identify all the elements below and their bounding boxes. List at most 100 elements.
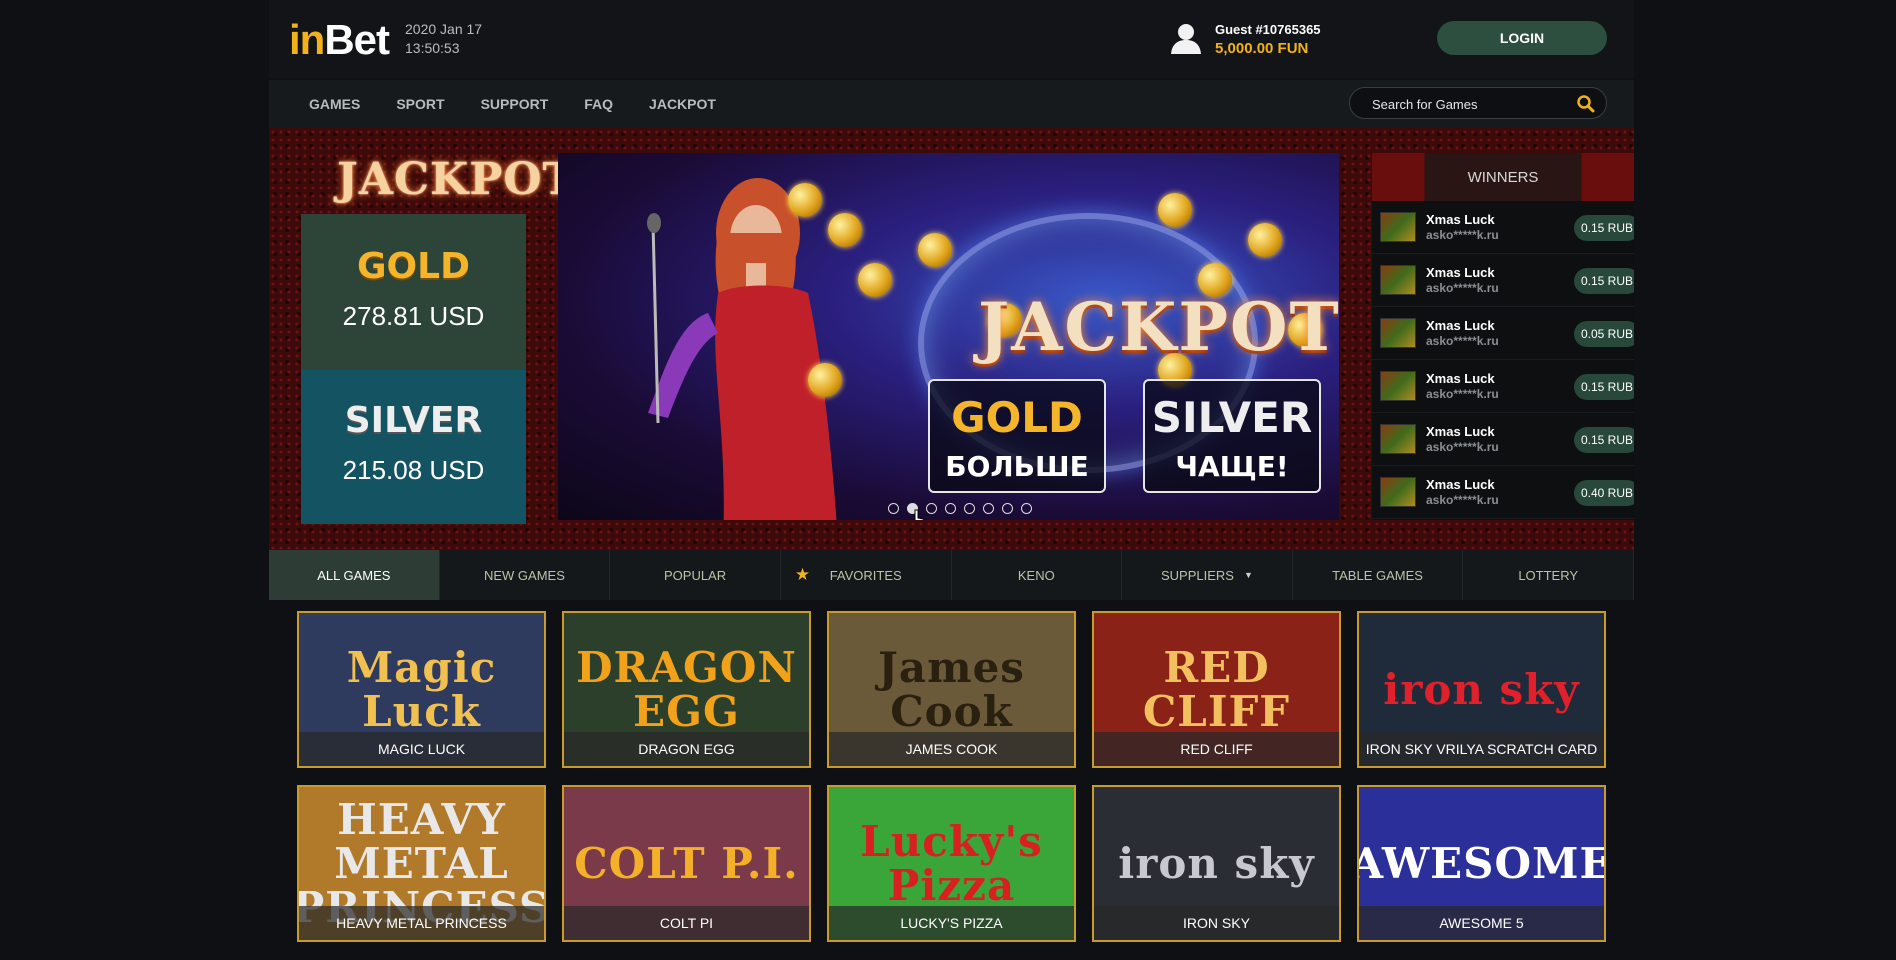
winner-game-thumbnail: [1380, 212, 1416, 242]
tab-label: FAVORITES: [829, 567, 902, 583]
game-tile[interactable]: COLT P.I. COLT PI: [562, 785, 811, 942]
coin-decoration: [808, 363, 842, 397]
winner-row[interactable]: Xmas Luck asko*****k.ru 0.15 RUB: [1372, 413, 1634, 466]
tab-all-games[interactable]: ALL GAMES: [269, 550, 440, 600]
banner-silver-sub: ЧАЩЕ!: [1175, 450, 1289, 483]
tab-suppliers[interactable]: SUPPLIERS ▼: [1122, 550, 1293, 600]
game-tile[interactable]: RED CLIFF RED CLIFF: [1092, 611, 1341, 768]
winner-row[interactable]: Xmas Luck asko*****k.ru 0.15 RUB: [1372, 254, 1634, 307]
jackpot-gold-value: 278.81 USD: [342, 301, 485, 331]
user-info[interactable]: Guest #10765365 5,000.00 FUN: [1169, 18, 1321, 58]
nav-sport[interactable]: SPORT: [396, 96, 444, 112]
game-label: HEAVY METAL PRINCESS: [299, 906, 544, 940]
game-label: IRON SKY VRILYA SCRATCH CARD: [1359, 732, 1604, 766]
datetime: 2020 Jan 17 13:50:53: [405, 20, 482, 58]
nav-games[interactable]: GAMES: [309, 96, 360, 112]
search-box: [1349, 87, 1607, 119]
winner-amount: 0.15 RUB: [1574, 374, 1634, 400]
carousel-dot[interactable]: [983, 503, 994, 514]
game-label: RED CLIFF: [1094, 732, 1339, 766]
winner-game-thumbnail: [1380, 424, 1416, 454]
game-label: MAGIC LUCK: [299, 732, 544, 766]
game-label: DRAGON EGG: [564, 732, 809, 766]
game-label: LUCKY'S PIZZA: [829, 906, 1074, 940]
mouse-cursor-icon: [912, 509, 925, 520]
winner-row[interactable]: Xmas Luck asko*****k.ru 0.40 RUB: [1372, 466, 1634, 519]
carousel-dot[interactable]: [964, 503, 975, 514]
winner-game-thumbnail: [1380, 265, 1416, 295]
winner-user: asko*****k.ru: [1426, 228, 1499, 242]
game-label: COLT PI: [564, 906, 809, 940]
promo-banner[interactable]: JACKPOT GOLD БОЛЬШЕ SILVER ЧАЩЕ!: [558, 153, 1339, 520]
coin-decoration: [918, 233, 952, 267]
winner-row[interactable]: Xmas Luck asko*****k.ru 0.15 RUB: [1372, 360, 1634, 413]
winner-row[interactable]: Xmas Luck asko*****k.ru 0.15 RUB: [1372, 201, 1634, 254]
logo[interactable]: inBet: [289, 16, 390, 64]
date-text: 2020 Jan 17: [405, 21, 483, 37]
coin-decoration: [828, 213, 862, 247]
winner-user: asko*****k.ru: [1426, 387, 1499, 401]
nav-faq[interactable]: FAQ: [584, 96, 613, 112]
header: inBet 2020 Jan 17 13:50:53 Guest #107653…: [269, 0, 1634, 78]
tab-popular[interactable]: POPULAR: [610, 550, 781, 600]
game-tile[interactable]: Magic Luck MAGIC LUCK: [297, 611, 546, 768]
winner-game: Xmas Luck: [1426, 477, 1495, 492]
carousel-dot[interactable]: [926, 503, 937, 514]
game-art-text: DRAGON EGG: [576, 642, 797, 736]
game-tile[interactable]: HEAVY METAL PRINCESSHEAVY METAL PRINCESS: [297, 785, 546, 942]
main-nav: GAMES SPORT SUPPORT FAQ JACKPOT: [269, 80, 1634, 128]
logo-accent: in: [289, 16, 325, 63]
tab-label: SUPPLIERS: [1160, 567, 1234, 583]
search-input[interactable]: [1372, 95, 1572, 113]
logo-text: Bet: [324, 16, 390, 63]
tab-new-games[interactable]: NEW GAMES: [440, 550, 611, 600]
tab-table-games[interactable]: TABLE GAMES: [1293, 550, 1464, 600]
jackpot-gold[interactable]: GOLD 278.81 USD: [301, 214, 526, 370]
nav-jackpot[interactable]: JACKPOT: [649, 96, 716, 112]
search-icon[interactable]: [1576, 94, 1596, 114]
game-tile[interactable]: iron sky IRON SKY: [1092, 785, 1341, 942]
game-tile[interactable]: iron sky IRON SKY VRILYA SCRATCH CARD: [1357, 611, 1606, 768]
category-tabs: ALL GAMES NEW GAMES POPULAR ★ FAVORITES K…: [269, 550, 1634, 600]
winner-game: Xmas Luck: [1426, 265, 1495, 280]
winner-user: asko*****k.ru: [1426, 334, 1499, 348]
tab-label: NEW GAMES: [483, 567, 565, 583]
banner-illustration: [647, 178, 837, 520]
game-art-text: James Cook: [878, 642, 1025, 736]
banner-title: JACKPOT: [978, 288, 1339, 366]
winner-game: Xmas Luck: [1426, 318, 1495, 333]
jackpot-silver-value: 215.08 USD: [342, 455, 485, 485]
game-art-text: iron sky: [1118, 838, 1315, 888]
winner-game-thumbnail: [1380, 477, 1416, 507]
winner-user: asko*****k.ru: [1426, 440, 1499, 454]
tab-favorites[interactable]: ★ FAVORITES: [781, 550, 952, 600]
balance: 5,000.00 FUN: [1215, 39, 1309, 57]
carousel-dot[interactable]: [1002, 503, 1013, 514]
coin-decoration: [788, 183, 822, 217]
star-icon: ★: [794, 565, 811, 584]
hero-section: JACKPOT GOLD 278.81 USD SILVER 215.08 US…: [269, 128, 1634, 550]
nav-support[interactable]: SUPPORT: [481, 96, 549, 112]
jackpot-title: JACKPOT: [337, 154, 577, 205]
game-art-text: Lucky's Pizza: [860, 816, 1043, 910]
caret-down-icon: ▼: [1243, 570, 1253, 580]
carousel-dot[interactable]: [945, 503, 956, 514]
winner-amount: 0.40 RUB: [1574, 480, 1634, 506]
game-tile[interactable]: DRAGON EGG DRAGON EGG: [562, 611, 811, 768]
carousel-dot[interactable]: [1021, 503, 1032, 514]
game-tile[interactable]: AWESOME AWESOME 5: [1357, 785, 1606, 942]
tab-lottery[interactable]: LOTTERY: [1463, 550, 1634, 600]
carousel-dot[interactable]: [888, 503, 899, 514]
winner-row[interactable]: Xmas Luck asko*****k.ru 0.05 RUB: [1372, 307, 1634, 360]
time-text: 13:50:53: [405, 40, 460, 56]
winner-amount: 0.15 RUB: [1574, 215, 1634, 241]
banner-silver-box: SILVER ЧАЩЕ!: [1143, 379, 1321, 493]
game-art-text: AWESOME: [1357, 838, 1606, 888]
game-tile[interactable]: Lucky's Pizza LUCKY'S PIZZA: [827, 785, 1076, 942]
game-tile[interactable]: James Cook JAMES COOK: [827, 611, 1076, 768]
game-label: AWESOME 5: [1359, 906, 1604, 940]
user-icon: [1171, 24, 1201, 54]
tab-keno[interactable]: KENO: [952, 550, 1123, 600]
login-button[interactable]: LOGIN: [1437, 21, 1607, 55]
jackpot-silver[interactable]: SILVER 215.08 USD: [301, 370, 526, 524]
